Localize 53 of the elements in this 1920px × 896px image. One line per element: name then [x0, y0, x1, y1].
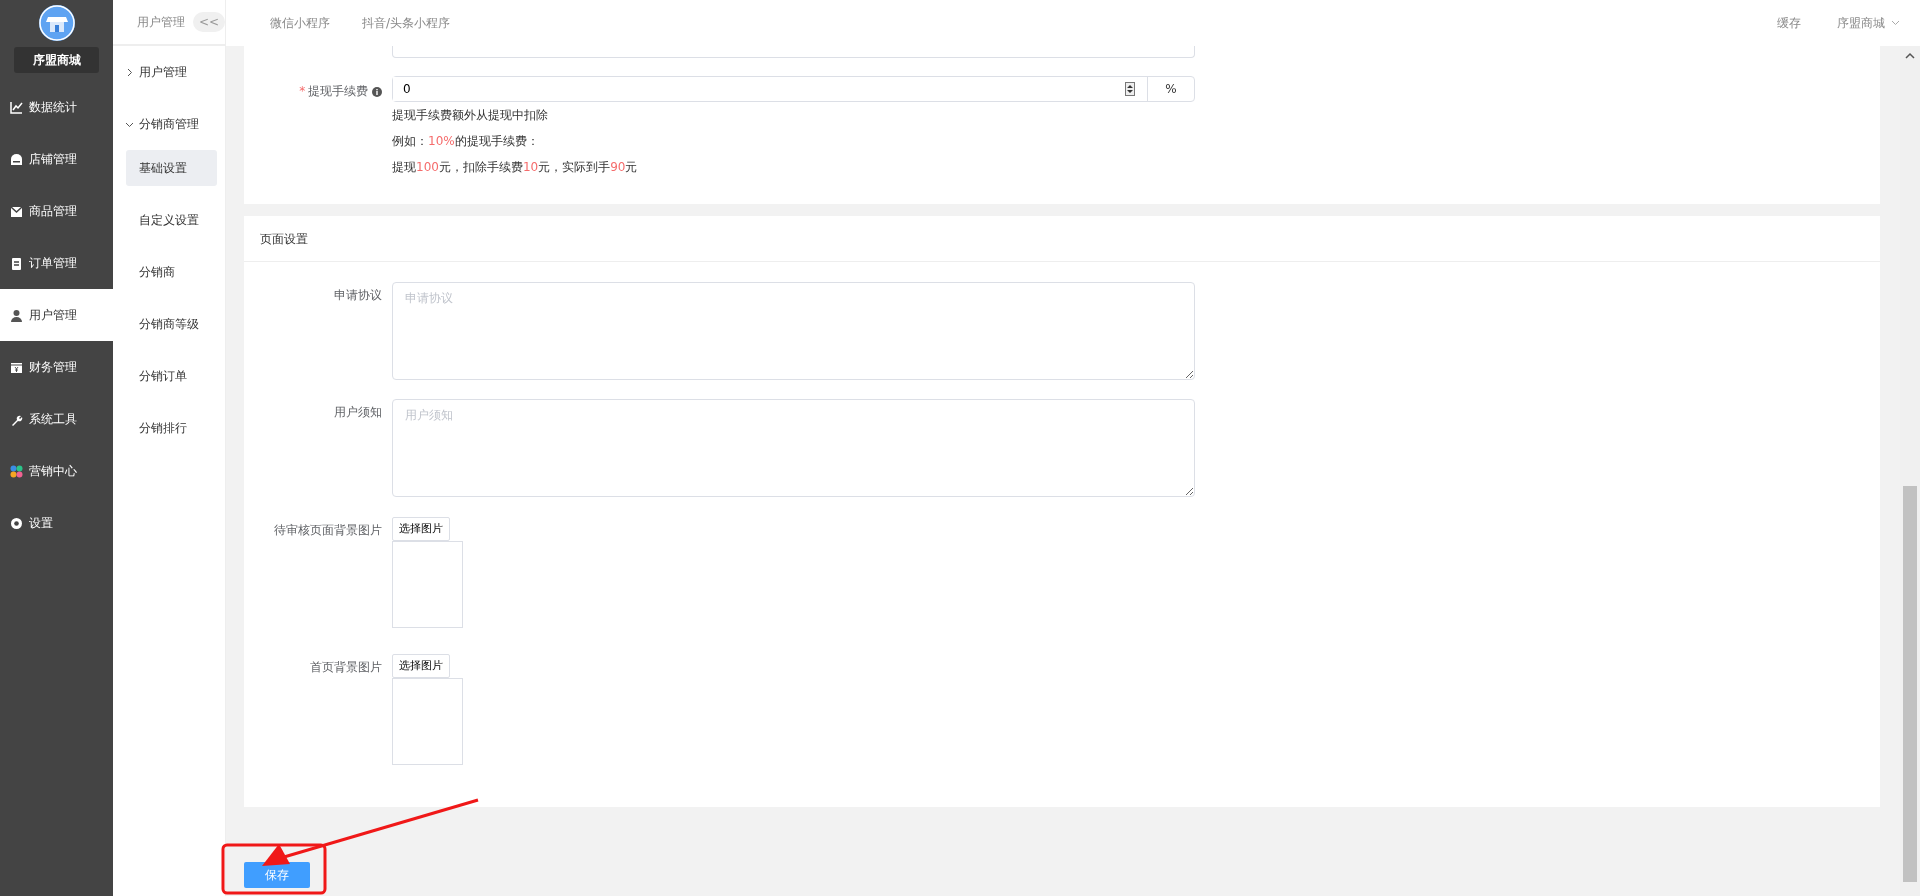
store-name: 序盟商城 — [14, 47, 99, 73]
sidebar-item[interactable]: 设置 — [0, 497, 113, 549]
section-title: 页面设置 — [260, 230, 308, 248]
choose-image-button[interactable]: 选择图片 — [392, 517, 450, 541]
sidebar-item[interactable]: 营销中心 — [0, 445, 113, 497]
wallet-icon — [10, 360, 23, 374]
text-area[interactable]: 申请协议 — [392, 282, 1195, 380]
help-text: 提现100元，扣除手续费10元，实际到手90元 — [392, 159, 639, 176]
store-logo-icon — [38, 5, 75, 41]
submenu-item[interactable]: 基础设置 — [126, 150, 217, 186]
field-label: 用户须知 — [333, 404, 382, 421]
field-label: 待审核页面背景图片 — [273, 522, 382, 539]
field-label: 首页背景图片 — [309, 659, 382, 676]
spinner-arrows-icon[interactable] — [1125, 82, 1135, 96]
top-tab[interactable]: 抖音/头条小程序 — [362, 14, 451, 32]
submenu-title: 用户管理 — [137, 14, 185, 31]
help-text: 提现手续费额外从提现中扣除 — [392, 107, 549, 124]
choose-image-button[interactable]: 选择图片 — [392, 654, 450, 678]
sidebar-item[interactable]: 店铺管理 — [0, 133, 113, 185]
sidebar-item[interactable]: 财务管理 — [0, 341, 113, 393]
sidebar-item[interactable]: 订单管理 — [0, 237, 113, 289]
submenu-item[interactable]: 分销排行 — [126, 410, 217, 446]
settings-icon — [10, 516, 23, 530]
field-label: 提现手续费 — [308, 84, 369, 98]
submenu-group[interactable]: 用户管理 — [113, 46, 225, 98]
submenu-item[interactable]: 分销商 — [126, 254, 217, 290]
submenu-item[interactable]: 自定义设置 — [126, 202, 217, 238]
scrollbar-thumb[interactable] — [1903, 486, 1917, 882]
header-action[interactable]: 缓存 — [1777, 14, 1801, 32]
info-icon[interactable] — [372, 86, 382, 97]
chevron-right-icon — [125, 67, 134, 77]
sidebar-item[interactable]: 数据统计 — [0, 81, 113, 133]
marketing-icon — [10, 464, 23, 478]
help-text: 例如：10%的提现手续费： — [392, 133, 540, 150]
envelope-icon — [10, 204, 23, 218]
submenu-group[interactable]: 分销商管理 — [113, 98, 225, 150]
sidebar-item[interactable]: 系统工具 — [0, 393, 113, 445]
chevron-down-icon — [1891, 20, 1900, 26]
text-area[interactable]: 用户须知 — [392, 399, 1195, 497]
submenu-item[interactable]: 分销商等级 — [126, 306, 217, 342]
clipboard-icon — [10, 256, 23, 270]
sidebar-item[interactable]: 商品管理 — [0, 185, 113, 237]
chart-icon — [10, 100, 23, 114]
field-label: 申请协议 — [333, 287, 382, 304]
number-field[interactable]: 0 % — [392, 76, 1195, 102]
user-icon — [10, 308, 23, 322]
top-tab[interactable]: 微信小程序 — [270, 14, 330, 32]
header-action[interactable]: 序盟商城 — [1837, 14, 1900, 32]
required-mark: * — [299, 84, 306, 98]
sidebar-item[interactable]: 用户管理 — [0, 289, 113, 341]
house-icon — [10, 152, 23, 166]
submenu-item[interactable]: 分销订单 — [126, 358, 217, 394]
unit-label: % — [1147, 77, 1194, 101]
